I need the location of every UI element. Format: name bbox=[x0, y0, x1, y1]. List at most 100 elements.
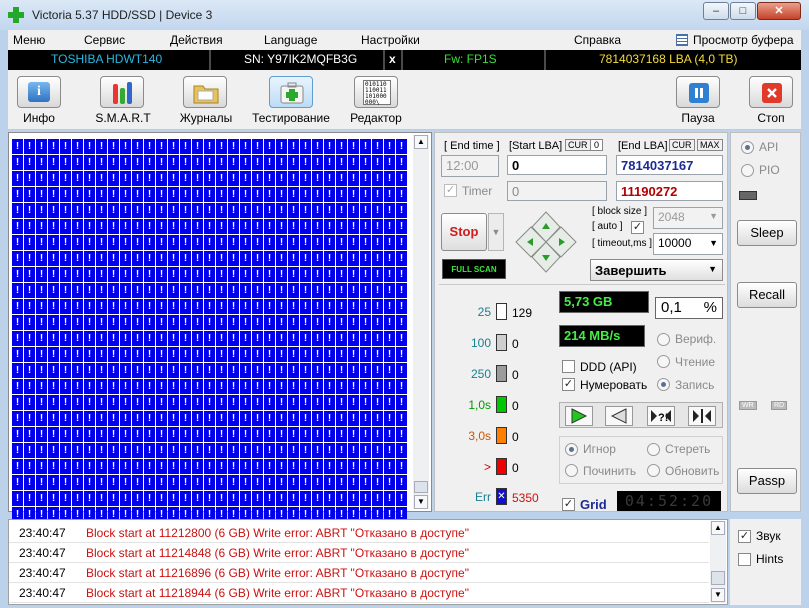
legend-label: 100 bbox=[470, 336, 491, 350]
block-cell: ! bbox=[24, 299, 35, 314]
ddd-api-checkbox[interactable] bbox=[562, 360, 575, 373]
reverse-icon[interactable] bbox=[605, 406, 633, 426]
block-cell: ! bbox=[252, 203, 263, 218]
block-cell: ! bbox=[204, 395, 215, 410]
ignore-radio[interactable] bbox=[565, 443, 578, 456]
menu-buffer-view[interactable]: Просмотр буфера bbox=[693, 33, 794, 47]
scroll-up-arrow-icon[interactable]: ▲ bbox=[414, 135, 428, 149]
block-cell: ! bbox=[276, 347, 287, 362]
block-cell: ! bbox=[144, 459, 155, 474]
start-cur-button[interactable]: CUR bbox=[565, 139, 591, 151]
play-icon[interactable] bbox=[565, 406, 593, 426]
block-cell: ! bbox=[180, 219, 191, 234]
block-cell: ! bbox=[36, 379, 47, 394]
close-button[interactable]: ✕ bbox=[757, 2, 801, 20]
direction-pad[interactable] bbox=[513, 210, 579, 274]
refresh-radio[interactable] bbox=[647, 464, 660, 477]
legend-count: 0 bbox=[512, 399, 519, 413]
block-cell: ! bbox=[168, 395, 179, 410]
maximize-button[interactable]: □ bbox=[730, 2, 756, 20]
grid-checkbox[interactable]: ✓ bbox=[562, 498, 575, 511]
recall-button[interactable]: Recall bbox=[737, 282, 797, 308]
end-time-field[interactable]: 12:00 bbox=[441, 155, 499, 177]
menu-language[interactable]: Language bbox=[264, 33, 317, 47]
write-radio[interactable] bbox=[657, 378, 670, 391]
block-cell: ! bbox=[228, 219, 239, 234]
block-cell: ! bbox=[180, 427, 191, 442]
block-cell: ! bbox=[264, 235, 275, 250]
verify-radio[interactable] bbox=[657, 333, 670, 346]
grid-label: Grid bbox=[580, 497, 607, 512]
block-cell: ! bbox=[396, 187, 407, 202]
scroll-thumb[interactable] bbox=[711, 571, 725, 585]
block-cell: ! bbox=[144, 427, 155, 442]
current-lba-field: 11190272 bbox=[616, 181, 723, 201]
block-cell: ! bbox=[372, 379, 383, 394]
block-cell: ! bbox=[384, 475, 395, 490]
menu-help[interactable]: Справка bbox=[574, 33, 621, 47]
hints-checkbox[interactable] bbox=[738, 553, 751, 566]
toolbar: i Инфо S.M.A.R.T Журналы Тестирование 01… bbox=[8, 70, 801, 130]
end-lba-field[interactable]: 7814037167 bbox=[616, 155, 723, 175]
block-cell: ! bbox=[180, 331, 191, 346]
full-scan-button[interactable]: FULL SCAN bbox=[442, 259, 506, 279]
menu-settings[interactable]: Настройки bbox=[361, 33, 420, 47]
block-cell: ! bbox=[264, 219, 275, 234]
block-cell: ! bbox=[324, 235, 335, 250]
block-cell: ! bbox=[324, 443, 335, 458]
wr-indicator: WR bbox=[739, 401, 757, 410]
block-cell: ! bbox=[216, 411, 227, 426]
end-max-button[interactable]: MAX bbox=[697, 139, 723, 151]
scroll-down-arrow-icon[interactable]: ▼ bbox=[711, 588, 725, 602]
skip-random-icon[interactable]: ?! bbox=[647, 406, 675, 426]
close-device-x[interactable]: x bbox=[389, 52, 396, 66]
info-button[interactable]: i bbox=[17, 76, 61, 108]
svg-text:?!: ?! bbox=[658, 412, 668, 424]
start-lba-field[interactable]: 0 bbox=[507, 155, 607, 175]
menu-service[interactable]: Сервис bbox=[84, 33, 125, 47]
block-cell: ! bbox=[240, 347, 251, 362]
erase-radio[interactable] bbox=[647, 443, 660, 456]
menu-main[interactable]: Меню bbox=[13, 33, 45, 47]
block-cell: ! bbox=[276, 331, 287, 346]
block-size-select[interactable]: 2048 ▼ bbox=[653, 207, 723, 229]
log-time: 23:40:47 bbox=[19, 546, 66, 560]
timer-checkbox[interactable]: ✓ bbox=[444, 184, 457, 197]
folder-icon bbox=[193, 85, 219, 104]
passp-button[interactable]: Passp bbox=[737, 468, 797, 494]
block-cell: ! bbox=[228, 203, 239, 218]
end-cur-button[interactable]: CUR bbox=[669, 139, 695, 151]
map-scrollbar[interactable]: ▲ ▼ bbox=[413, 135, 429, 509]
block-cell: ! bbox=[360, 443, 371, 458]
sleep-button[interactable]: Sleep bbox=[737, 220, 797, 246]
testing-button[interactable] bbox=[269, 76, 313, 108]
stop-button[interactable] bbox=[749, 76, 793, 108]
auto-checkbox[interactable]: ✓ bbox=[631, 221, 644, 234]
scroll-thumb[interactable] bbox=[414, 481, 428, 493]
stop-dropdown-arrow-icon[interactable]: ▼ bbox=[488, 213, 504, 251]
pause-button[interactable] bbox=[676, 76, 720, 108]
repair-radio[interactable] bbox=[565, 464, 578, 477]
menu-actions[interactable]: Действия bbox=[170, 33, 223, 47]
sound-checkbox[interactable]: ✓ bbox=[738, 530, 751, 543]
smart-button[interactable] bbox=[100, 76, 144, 108]
block-cell: ! bbox=[108, 299, 119, 314]
numerate-checkbox[interactable]: ✓ bbox=[562, 378, 575, 391]
finish-action-select[interactable]: Завершить ▼ bbox=[590, 259, 723, 281]
skip-end-icon[interactable] bbox=[688, 406, 716, 426]
api-radio[interactable] bbox=[741, 141, 754, 154]
scroll-down-arrow-icon[interactable]: ▼ bbox=[414, 495, 428, 509]
block-cell: ! bbox=[204, 219, 215, 234]
block-cell: ! bbox=[336, 491, 347, 506]
block-cell: ! bbox=[204, 251, 215, 266]
block-cell: ! bbox=[60, 187, 71, 202]
minimize-button[interactable]: – bbox=[703, 2, 729, 20]
timeout-select[interactable]: 10000 ▼ bbox=[653, 233, 723, 255]
read-radio[interactable] bbox=[657, 355, 670, 368]
scroll-up-arrow-icon[interactable]: ▲ bbox=[711, 521, 725, 535]
journals-button[interactable] bbox=[183, 76, 227, 108]
log-scrollbar[interactable]: ▲ ▼ bbox=[710, 521, 726, 603]
scan-stop-button[interactable]: Stop bbox=[441, 213, 487, 251]
pio-radio[interactable] bbox=[741, 164, 754, 177]
editor-button[interactable]: 010110 110011 101000 000\ bbox=[354, 76, 398, 108]
